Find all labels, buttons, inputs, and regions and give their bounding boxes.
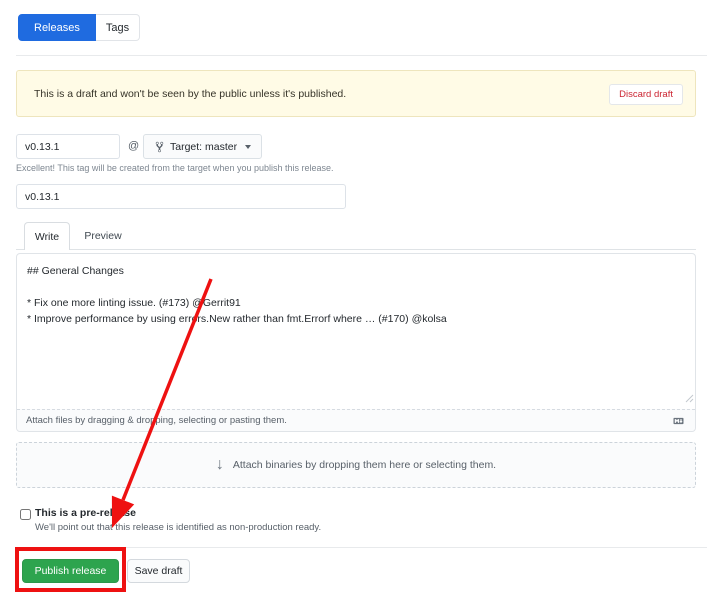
discard-draft-button[interactable]: Discard draft <box>609 84 683 105</box>
tag-name-input[interactable] <box>16 134 120 159</box>
release-body-editor: ## General Changes * Fix one more lintin… <box>16 253 696 432</box>
release-edit-page: Releases Tags This is a draft and won't … <box>0 0 707 600</box>
markdown-line: * Improve performance by using errors.Ne… <box>27 311 685 327</box>
draft-warning-text: This is a draft and won't be seen by the… <box>34 88 346 100</box>
markdown-line: ## General Changes <box>27 263 685 279</box>
caret-down-icon <box>245 145 251 149</box>
at-symbol: @ <box>128 140 139 152</box>
markdown-icon <box>671 416 686 426</box>
markdown-textarea[interactable]: ## General Changes * Fix one more lintin… <box>17 254 695 409</box>
header-divider <box>16 55 707 56</box>
release-title-input[interactable] <box>16 184 346 209</box>
save-draft-button[interactable]: Save draft <box>127 559 190 583</box>
releases-tab-button[interactable]: Releases <box>18 14 96 41</box>
download-arrow-icon: ↓ <box>216 457 224 473</box>
releases-tags-toggle: Releases Tags <box>18 14 140 41</box>
git-branch-icon <box>154 141 165 153</box>
resize-grip-icon[interactable] <box>685 390 694 408</box>
tag-helper-text: Excellent! This tag will be created from… <box>16 163 334 173</box>
draft-warning-banner: This is a draft and won't be seen by the… <box>16 70 696 117</box>
editor-tabnav: Write Preview <box>16 222 696 250</box>
prerelease-helper: We'll point out that this release is ide… <box>35 522 321 533</box>
tab-preview[interactable]: Preview <box>78 222 128 249</box>
footer-divider <box>16 547 707 548</box>
markdown-line <box>27 279 685 295</box>
attach-files-bar[interactable]: Attach files by dragging & dropping, sel… <box>17 409 695 431</box>
tab-write[interactable]: Write <box>24 222 70 250</box>
attach-files-hint: Attach files by dragging & dropping, sel… <box>26 415 287 426</box>
prerelease-checkbox[interactable] <box>20 509 31 520</box>
publish-release-button[interactable]: Publish release <box>22 559 119 583</box>
tags-tab-button[interactable]: Tags <box>96 14 140 41</box>
markdown-line: * Fix one more linting issue. (#173) @Ge… <box>27 295 685 311</box>
attach-binaries-text: Attach binaries by dropping them here or… <box>233 459 496 471</box>
target-branch-dropdown[interactable]: Target: master <box>143 134 262 159</box>
target-branch-label: Target: master <box>170 141 237 153</box>
prerelease-label[interactable]: This is a pre-release <box>35 507 136 519</box>
attach-binaries-dropzone[interactable]: ↓ Attach binaries by dropping them here … <box>16 442 696 488</box>
